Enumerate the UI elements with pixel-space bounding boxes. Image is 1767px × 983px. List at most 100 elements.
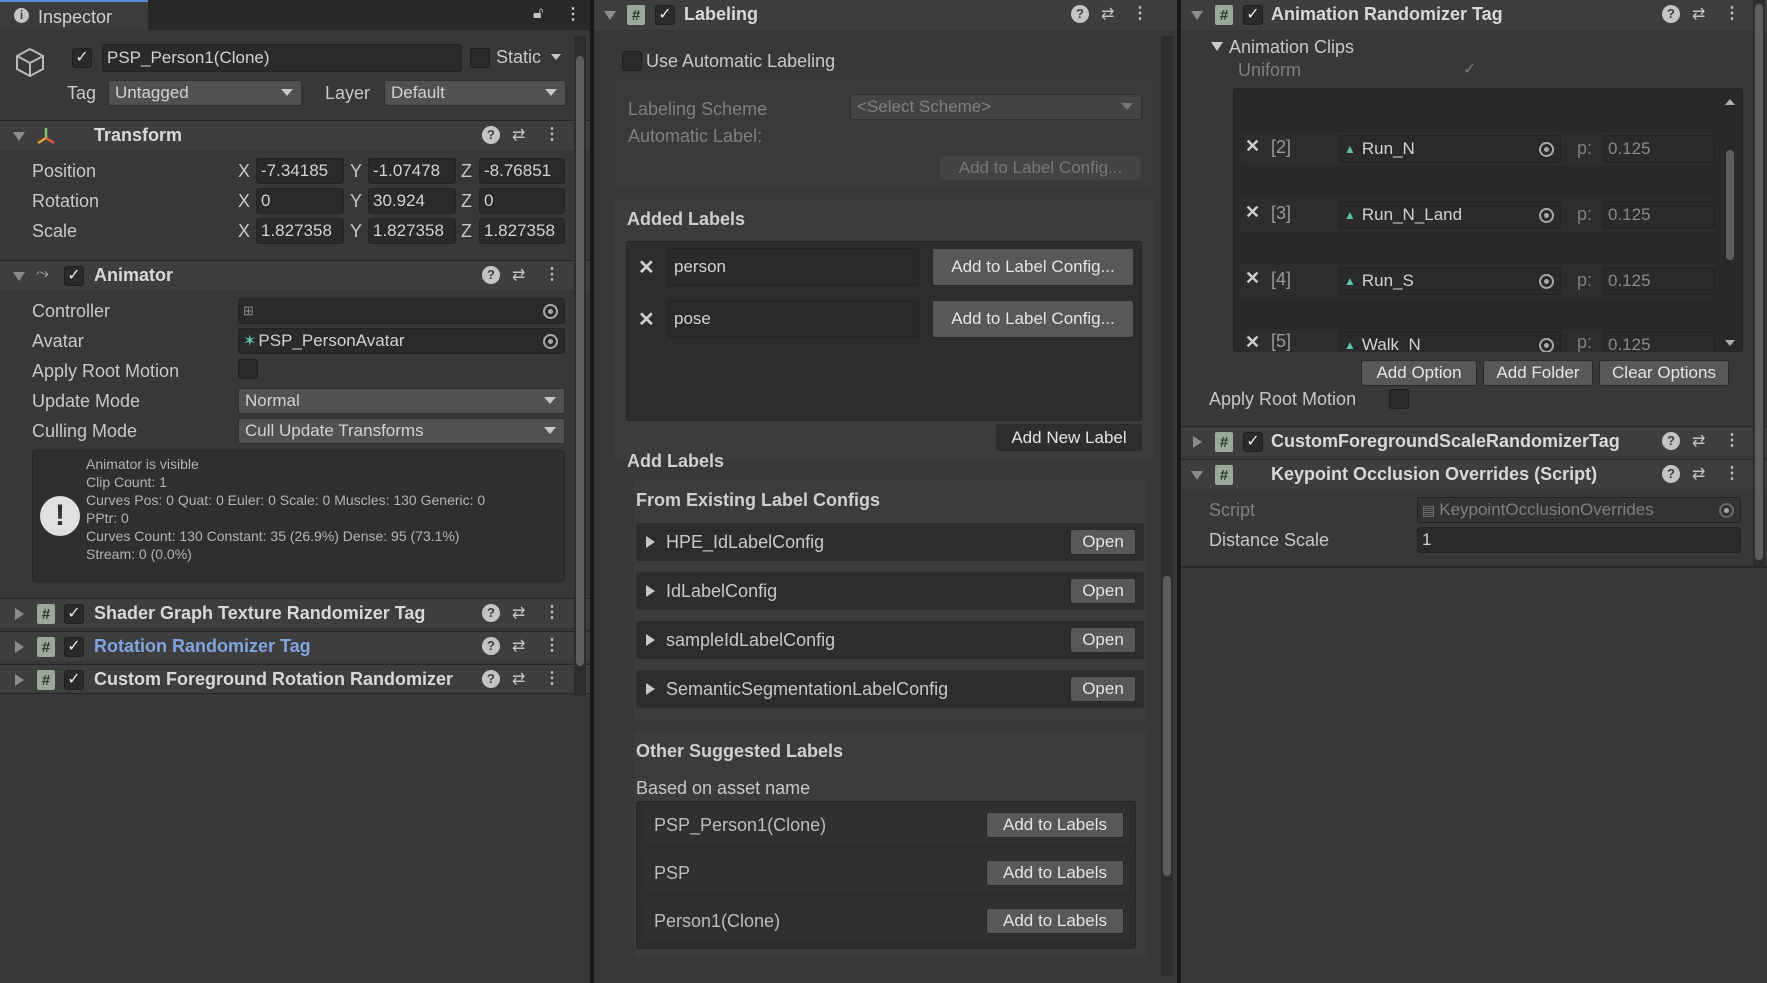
use-auto-labeling-checkbox[interactable] [622, 51, 642, 71]
object-active-checkbox[interactable]: ✓ [72, 48, 92, 68]
foldout-closed-icon[interactable] [646, 634, 655, 646]
config-row[interactable]: HPE_IdLabelConfig Open [636, 523, 1144, 561]
rotation-y-field[interactable]: 30.924 [368, 188, 456, 214]
custom-foreground-rotation-header[interactable]: # ✓ Custom Foreground Rotation Randomize… [0, 664, 590, 694]
inspector-tab[interactable]: i Inspector [0, 0, 148, 30]
add-folder-button[interactable]: Add Folder [1483, 360, 1593, 386]
clip-field[interactable]: ▲ Run_S [1339, 267, 1561, 295]
preset-icon[interactable]: ⇄ [1692, 4, 1705, 24]
shader-graph-randomizer-header[interactable]: # ✓ Shader Graph Texture Randomizer Tag … [0, 598, 590, 628]
position-z-field[interactable]: -8.76851 [479, 158, 565, 184]
foldout-closed-icon[interactable] [15, 608, 24, 620]
foldout-closed-icon[interactable] [646, 585, 655, 597]
kebab-menu-icon[interactable]: ⋮ [1724, 3, 1740, 23]
help-icon[interactable]: ? [482, 670, 500, 688]
static-label[interactable]: Static [496, 47, 541, 68]
foldout-open-icon[interactable] [1191, 471, 1203, 480]
foldout-closed-icon[interactable] [646, 536, 655, 548]
add-to-labels-button[interactable]: Add to Labels [986, 908, 1124, 934]
open-config-button[interactable]: Open [1070, 578, 1136, 604]
kebab-menu-icon[interactable]: ⋮ [1724, 463, 1740, 483]
label-name-field[interactable]: person [667, 248, 919, 286]
help-icon[interactable]: ? [482, 637, 500, 655]
add-to-label-config-button[interactable]: Add to Label Config... [932, 248, 1134, 286]
remove-clip-icon[interactable]: ✕ [1245, 136, 1260, 157]
scrollbar-thumb[interactable] [576, 56, 584, 666]
foldout-open-icon[interactable] [13, 132, 25, 141]
object-picker-icon[interactable] [543, 334, 558, 349]
object-picker-icon[interactable] [1539, 274, 1554, 289]
kebab-menu-icon[interactable]: ⋮ [1132, 3, 1148, 23]
open-config-button[interactable]: Open [1070, 627, 1136, 653]
foldout-open-icon[interactable] [1211, 42, 1223, 51]
kebab-menu-icon[interactable]: ⋮ [544, 124, 560, 144]
probability-field[interactable]: 0.125 [1603, 201, 1715, 229]
remove-clip-icon[interactable]: ✕ [1245, 332, 1260, 352]
remove-label-icon[interactable]: ✕ [638, 255, 655, 280]
scroll-up-arrow[interactable] [1725, 99, 1735, 105]
foldout-open-icon[interactable] [1191, 11, 1203, 20]
position-x-field[interactable]: -7.34185 [256, 158, 344, 184]
culling-mode-dropdown[interactable]: Cull Update Transforms [238, 418, 565, 444]
object-picker-icon[interactable] [1539, 208, 1554, 223]
probability-field[interactable]: 0.125 [1603, 135, 1715, 163]
rotation-z-field[interactable]: 0 [479, 188, 565, 214]
component-enabled-checkbox[interactable]: ✓ [1243, 5, 1263, 25]
preset-icon[interactable]: ⇄ [512, 125, 525, 145]
preset-icon[interactable]: ⇄ [512, 636, 525, 656]
help-icon[interactable]: ? [1662, 5, 1680, 23]
open-config-button[interactable]: Open [1070, 676, 1136, 702]
help-icon[interactable]: ? [1662, 432, 1680, 450]
object-picker-icon[interactable] [1539, 142, 1554, 157]
config-row[interactable]: SemanticSegmentationLabelConfig Open [636, 670, 1144, 708]
clear-options-button[interactable]: Clear Options [1599, 360, 1729, 386]
remove-label-icon[interactable]: ✕ [638, 307, 655, 332]
add-to-labels-button[interactable]: Add to Labels [986, 812, 1124, 838]
config-row[interactable]: sampleIdLabelConfig Open [636, 621, 1144, 659]
kebab-menu-icon[interactable]: ⋮ [544, 602, 560, 622]
animation-randomizer-header[interactable]: # ✓ Animation Randomizer Tag ? ⇄ ⋮ [1181, 0, 1767, 30]
help-icon[interactable]: ? [482, 266, 500, 284]
scale-y-field[interactable]: 1.827358 [368, 218, 456, 244]
help-icon[interactable]: ? [1071, 5, 1089, 23]
distance-scale-field[interactable]: 1 [1417, 527, 1741, 553]
preset-icon[interactable]: ⇄ [1692, 464, 1705, 484]
rotation-randomizer-header[interactable]: # ✓ Rotation Randomizer Tag ? ⇄ ⋮ [0, 631, 590, 661]
preset-icon[interactable]: ⇄ [512, 603, 525, 623]
static-dropdown-arrow[interactable] [551, 54, 561, 60]
apply-root-motion-checkbox[interactable] [238, 359, 258, 379]
object-name-field[interactable]: PSP_Person1(Clone) [102, 44, 462, 72]
keypoint-occlusion-header[interactable]: # Keypoint Occlusion Overrides (Script) … [1181, 459, 1767, 489]
open-config-button[interactable]: Open [1070, 529, 1136, 555]
transform-header[interactable]: Transform ? ⇄ ⋮ [0, 120, 590, 150]
clip-field[interactable]: ▲ Walk_N [1339, 331, 1561, 352]
kebab-menu-icon[interactable]: ⋮ [544, 635, 560, 655]
layer-dropdown[interactable]: Default [384, 80, 566, 106]
add-new-label-button[interactable]: Add New Label [996, 424, 1142, 451]
clip-field[interactable]: ▲ Run_N_Land [1339, 201, 1561, 229]
tag-dropdown[interactable]: Untagged [108, 80, 302, 106]
remove-clip-icon[interactable]: ✕ [1245, 202, 1260, 223]
component-enabled-checkbox[interactable]: ✓ [64, 604, 84, 624]
component-enabled-checkbox[interactable]: ✓ [64, 637, 84, 657]
foldout-closed-icon[interactable] [646, 683, 655, 695]
add-to-labels-button[interactable]: Add to Labels [986, 860, 1124, 886]
component-enabled-checkbox[interactable]: ✓ [64, 670, 84, 690]
position-y-field[interactable]: -1.07478 [368, 158, 456, 184]
scale-x-field[interactable]: 1.827358 [256, 218, 344, 244]
scroll-down-arrow[interactable] [1725, 340, 1735, 346]
preset-icon[interactable]: ⇄ [512, 669, 525, 689]
rotation-x-field[interactable]: 0 [256, 188, 344, 214]
preset-icon[interactable]: ⇄ [1692, 431, 1705, 451]
scrollbar-thumb[interactable] [1163, 576, 1171, 876]
kebab-menu-icon[interactable]: ⋮ [565, 4, 581, 24]
animator-enabled-checkbox[interactable]: ✓ [64, 266, 84, 286]
remove-clip-icon[interactable]: ✕ [1245, 268, 1260, 289]
kebab-menu-icon[interactable]: ⋮ [1724, 430, 1740, 450]
scale-randomizer-header[interactable]: # ✓ CustomForegroundScaleRandomizerTag ?… [1181, 426, 1767, 456]
lock-icon[interactable]: 🔓︎ [533, 5, 543, 23]
scrollbar-thumb[interactable] [1755, 4, 1763, 560]
update-mode-dropdown[interactable]: Normal [238, 388, 565, 414]
animator-header[interactable]: ⤳ ✓ Animator ? ⇄ ⋮ [0, 260, 590, 290]
foldout-open-icon[interactable] [604, 11, 616, 20]
